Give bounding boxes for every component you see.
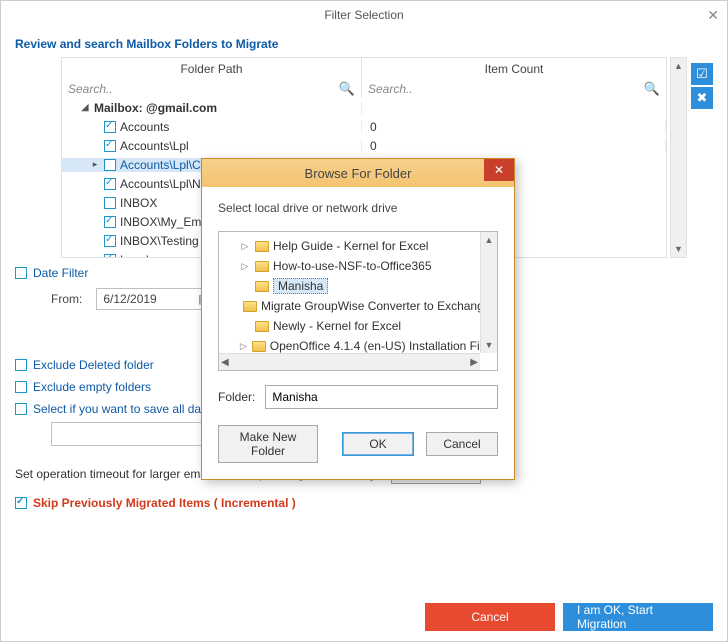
folder-name-field: Folder: xyxy=(218,385,498,409)
folder-tree-item[interactable]: ▷ How-to-use-NSF-to-Office365 xyxy=(221,256,495,276)
dialog-titlebar: Browse For Folder ✕ xyxy=(202,159,514,187)
date-filter-label: Date Filter xyxy=(33,266,88,280)
folder-icon xyxy=(243,301,257,312)
dialog-title: Browse For Folder xyxy=(305,166,412,181)
close-icon[interactable]: ✕ xyxy=(689,7,719,24)
window-titlebar: Filter Selection ✕ xyxy=(1,1,727,29)
skip-previously-checkbox[interactable] xyxy=(15,497,27,509)
dialog-cancel-button[interactable]: Cancel xyxy=(426,432,498,456)
expand-icon[interactable]: ◢ xyxy=(80,102,90,113)
search-folder-input[interactable]: Search..🔍 xyxy=(62,80,362,98)
folder-tree-item[interactable]: ▷ Help Guide - Kernel for Excel xyxy=(221,236,495,256)
search-icon[interactable]: 🔍 xyxy=(644,81,660,97)
dialog-close-button[interactable]: ✕ xyxy=(484,159,514,181)
folder-icon xyxy=(255,241,269,252)
row-checkbox[interactable] xyxy=(104,254,116,259)
folder-item-label: Newly - Kernel for Excel xyxy=(273,319,401,333)
expand-icon[interactable]: ▷ xyxy=(239,261,251,272)
row-label: Accounts xyxy=(120,120,169,134)
folder-tree-item[interactable]: Manisha xyxy=(221,276,495,296)
folder-icon xyxy=(255,261,269,272)
check-all-button[interactable]: ☑ xyxy=(691,63,713,85)
row-label: Accounts\Lpl\Co xyxy=(120,158,207,172)
col-item-count[interactable]: Item Count xyxy=(362,58,667,80)
scroll-up-icon[interactable]: ▲ xyxy=(671,58,686,74)
footer-buttons: Cancel I am OK, Start Migration xyxy=(425,603,713,631)
search-icon[interactable]: 🔍 xyxy=(339,81,355,97)
section-header: Review and search Mailbox Folders to Mig… xyxy=(1,29,727,57)
row-label: Accounts\Lpl xyxy=(120,139,189,153)
row-checkbox[interactable] xyxy=(104,140,116,152)
row-checkbox[interactable] xyxy=(104,178,116,190)
folder-tree-item[interactable]: Newly - Kernel for Excel xyxy=(221,316,495,336)
tree-vertical-scrollbar[interactable]: ▲ ▼ xyxy=(480,232,497,353)
folder-item-label: Manisha xyxy=(273,278,328,294)
scroll-down-icon[interactable]: ▼ xyxy=(671,241,686,257)
uncheck-all-button[interactable]: ✖ xyxy=(691,87,713,109)
skip-previously-option[interactable]: Skip Previously Migrated Items ( Increme… xyxy=(1,492,727,514)
scroll-up-icon[interactable]: ▲ xyxy=(481,232,497,248)
row-label: INBOX\My_Email xyxy=(120,215,213,229)
ok-button[interactable]: OK xyxy=(342,432,414,456)
row-label: INBOX xyxy=(120,196,157,210)
row-checkbox[interactable] xyxy=(104,197,116,209)
folder-icon xyxy=(255,321,269,332)
folder-icon xyxy=(252,341,266,352)
exclude-deleted-checkbox[interactable] xyxy=(15,359,27,371)
save-all-checkbox[interactable] xyxy=(15,403,27,415)
row-checkbox[interactable] xyxy=(104,159,116,171)
row-checkbox[interactable] xyxy=(104,216,116,228)
row-count: 0 xyxy=(362,139,666,153)
browse-folder-dialog: Browse For Folder ✕ Select local drive o… xyxy=(201,158,515,480)
folder-tree-item[interactable]: Migrate GroupWise Converter to Exchange … xyxy=(221,296,495,316)
folder-icon xyxy=(255,281,269,292)
exclude-empty-checkbox[interactable] xyxy=(15,381,27,393)
scroll-left-icon[interactable]: ◀ xyxy=(221,357,229,368)
folder-item-label: How-to-use-NSF-to-Office365 xyxy=(273,259,432,273)
row-checkbox[interactable] xyxy=(104,235,116,247)
scroll-down-icon[interactable]: ▼ xyxy=(481,337,497,353)
window-title: Filter Selection xyxy=(324,8,403,22)
start-migration-button[interactable]: I am OK, Start Migration xyxy=(563,603,713,631)
row-label: INBOX\Testing M xyxy=(120,234,212,248)
folder-browser-tree[interactable]: ▷ Help Guide - Kernel for Excel ▷ How-to-us… xyxy=(218,231,498,371)
expand-icon[interactable]: ▷ xyxy=(239,241,251,252)
row-checkbox[interactable] xyxy=(104,121,116,133)
side-action-buttons: ☑ ✖ xyxy=(691,63,713,109)
from-date-input[interactable]: 6/12/2019 ▦ xyxy=(96,288,216,310)
date-filter-checkbox[interactable] xyxy=(15,267,27,279)
table-row[interactable]: Accounts 0 xyxy=(62,117,666,136)
col-folder-path[interactable]: Folder Path xyxy=(62,58,362,80)
dialog-subtitle: Select local drive or network drive xyxy=(218,201,498,215)
folder-name-input[interactable] xyxy=(265,385,498,409)
folder-item-label: Help Guide - Kernel for Excel xyxy=(273,239,428,253)
from-label: From: xyxy=(51,292,82,306)
expand-icon[interactable]: ▷ xyxy=(239,341,248,352)
folder-item-label: OpenOffice 4.1.4 (en-US) Installation Fi… xyxy=(270,339,495,353)
grid-scrollbar[interactable]: ▲ ▼ xyxy=(670,57,687,258)
expand-icon[interactable]: ▸ xyxy=(90,159,100,170)
row-label: Accounts\Lpl\No xyxy=(120,177,207,191)
table-row[interactable]: Accounts\Lpl 0 xyxy=(62,136,666,155)
search-count-input[interactable]: Search..🔍 xyxy=(362,80,667,98)
grid-search-row: Search..🔍 Search..🔍 xyxy=(61,80,667,98)
tree-horizontal-scrollbar[interactable]: ◀ ▶ xyxy=(219,353,480,370)
grid-header: Folder Path Item Count xyxy=(61,57,667,80)
scroll-right-icon[interactable]: ▶ xyxy=(470,357,478,368)
make-new-folder-button[interactable]: Make New Folder xyxy=(218,425,318,463)
table-row[interactable]: ◢ Mailbox: @gmail.com xyxy=(62,98,666,117)
row-count: 0 xyxy=(362,120,666,134)
folder-label: Folder: xyxy=(218,390,255,404)
row-label: Local xyxy=(120,253,149,259)
folder-item-label: Migrate GroupWise Converter to Exchange … xyxy=(261,299,498,313)
row-label: Mailbox: @gmail.com xyxy=(94,101,217,115)
cancel-button[interactable]: Cancel xyxy=(425,603,555,631)
